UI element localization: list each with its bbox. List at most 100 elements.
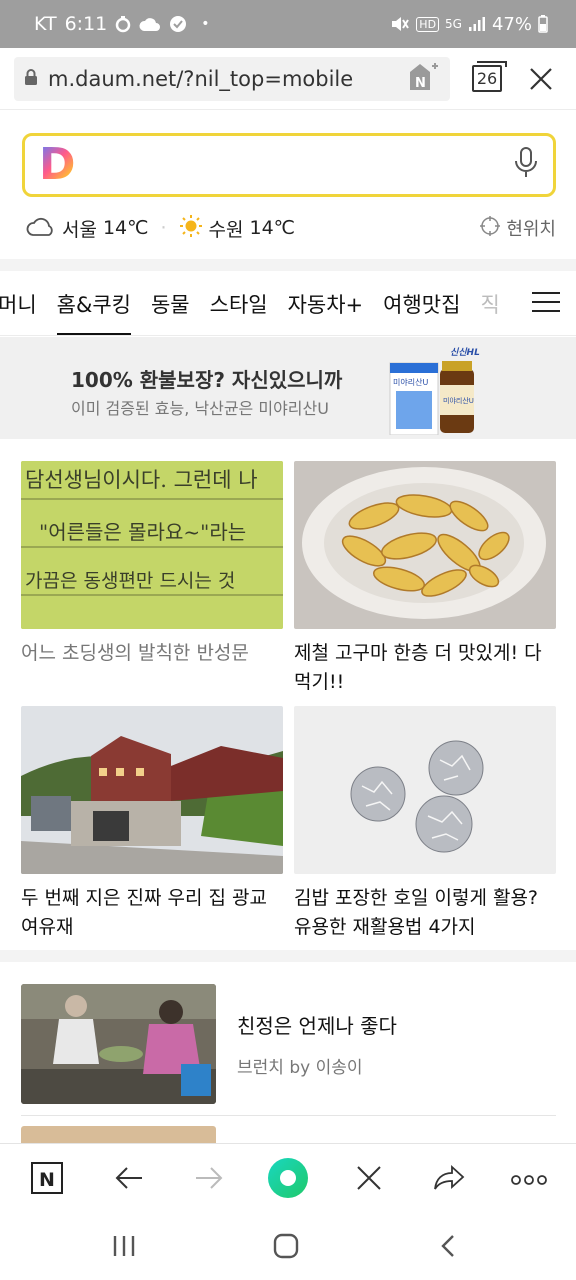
list-source: 브런치 by 이송이 [237,1058,363,1078]
tab-money[interactable]: 머니 [0,272,47,335]
tab-label: 스타일 [209,292,268,317]
recent-apps-button[interactable] [104,1231,144,1265]
ad-product-image: 신신HL 미야리산U 미야리산U [388,343,488,436]
system-nav-bar [0,1217,576,1280]
tab-label: 직 [480,292,500,317]
svg-text:담선생님이시다. 그런데 나: 담선생님이시다. 그런데 나 [25,468,258,492]
status-bar: KT 6:11 • HD 5G 47% [0,0,576,48]
tab-count-button[interactable]: 26 [472,61,507,92]
current-location-button[interactable]: 현위치 [480,215,556,241]
system-back-button[interactable] [428,1231,468,1265]
category-tabs: 머니 홈&쿠킹 동물 스타일 자동차+ 여행맛집 직 [0,272,576,336]
address-bar[interactable]: m.daum.net/?nil_top=mobile N [14,56,450,101]
share-button[interactable] [426,1157,472,1203]
notification-app-icon [115,15,131,33]
list-item[interactable]: 친정은 언제나 좋다 브런치 by 이송이 [21,984,556,1104]
article-card[interactable]: 담선생님이시다. 그런데 나 "어른들은 몰라요~"라는 가끔은 동생편만 드시… [21,461,283,668]
ad-title: 100% 환불보장? 자신있으니까 [71,368,343,392]
close-icon [355,1164,383,1196]
home-button[interactable] [266,1231,306,1265]
check-notification-icon [169,15,187,33]
green-dot-icon [266,1156,310,1204]
article-thumbnail [294,461,556,629]
naver-n-icon: N [31,1162,63,1198]
cloud-notification-icon [139,16,161,32]
weather-bar: 서울 14℃ · 수원 14℃ 현위치 [26,212,556,244]
naver-home-button[interactable]: N [24,1157,70,1203]
svg-text:가끔은 동생편만 드시는 것: 가끔은 동생편만 드시는 것 [25,570,235,592]
list-text: 친정은 언제나 좋다 브런치 by 이송이 [237,1010,397,1078]
tab-style[interactable]: 스타일 [200,272,278,335]
hamburger-icon [532,291,560,317]
article-card[interactable]: 두 번째 지은 진짜 우리 집 광교 여유재 [21,706,283,942]
tab-label: 동물 [150,292,190,317]
tab-car[interactable]: 자동차+ [278,272,374,335]
divider-dot: · [160,217,167,239]
weather-city: 서울 [62,218,97,241]
lock-icon [24,68,38,90]
location-target-icon [480,215,501,241]
ad-banner[interactable]: 100% 환불보장? 자신있으니까 이미 검증된 효능, 낙산균은 미야리산U … [0,337,576,439]
divider [21,1115,556,1116]
arrow-left-icon [115,1166,143,1194]
tab-label: 자동차+ [287,292,364,317]
article-thumbnail: 담선생님이시다. 그런데 나 "어른들은 몰라요~"라는 가끔은 동생편만 드시… [21,461,283,629]
svg-text:신신HL: 신신HL [450,347,480,358]
menu-button[interactable] [516,272,576,335]
weather-item-seoul[interactable]: 서울 14℃ [26,215,148,242]
cloud-icon [26,215,56,242]
svg-text:미야리산U: 미야리산U [393,377,428,387]
tab-travel[interactable]: 여행맛집 [373,272,470,335]
battery-percent: 47% [491,13,532,35]
weather-city: 수원 [208,218,244,241]
section-divider [0,259,576,271]
article-title: 어느 초딩생의 발칙한 반성문 [21,642,249,664]
section-divider [0,950,576,962]
weather-temp: 14℃ [102,217,149,239]
clock: 6:11 [64,13,108,35]
search-input[interactable]: D [22,133,556,197]
microphone-icon[interactable] [513,146,539,184]
more-dots-icon [511,1171,547,1190]
naver-add-icon[interactable]: N [406,62,440,96]
weather-temp: 14℃ [249,217,296,239]
signal-icon [468,16,486,32]
network-type: 5G [445,17,462,31]
sun-icon [179,214,203,243]
tab-count: 26 [476,69,498,88]
hd-badge: HD [416,16,440,32]
svg-text:미야리산U: 미야리산U [443,396,474,405]
arrow-right-icon [195,1166,223,1194]
svg-text:N: N [415,76,426,91]
list-thumbnail-partial [21,1126,216,1144]
tab-next[interactable]: 직 [470,272,509,335]
svg-text:"어른들은 몰라요~"라는: "어른들은 몰라요~"라는 [39,520,246,544]
article-card[interactable]: 제철 고구마 한층 더 맛있게! 다 먹기!! [294,461,556,697]
more-notifications-dot: • [201,16,210,32]
list-title: 친정은 언제나 좋다 [237,1014,397,1038]
article-title: 김밥 포장한 호일 이렇게 활용? 유용한 재활용법 4가지 [294,887,539,938]
daum-logo: D [39,139,76,190]
article-title: 두 번째 지은 진짜 우리 집 광교 여유재 [21,887,267,938]
tab-label: 홈&쿠킹 [56,292,131,317]
tab-label: 머니 [0,292,37,317]
home-icon [273,1233,299,1263]
weather-item-suwon[interactable]: 수원 14℃ [179,214,295,243]
list-thumbnail [21,984,216,1104]
tab-label: 여행맛집 [383,292,461,317]
article-card[interactable]: 김밥 포장한 호일 이렇게 활용? 유용한 재활용법 4가지 [294,706,556,942]
close-tab-button[interactable] [346,1157,392,1203]
url-text: m.daum.net/?nil_top=mobile [48,66,354,91]
share-arrow-icon [433,1164,465,1195]
back-button[interactable] [106,1157,152,1203]
battery-icon [538,15,548,33]
tab-home-cooking[interactable]: 홈&쿠킹 [47,272,141,335]
more-button[interactable] [506,1157,552,1203]
chevron-left-icon [440,1234,456,1262]
close-icon[interactable] [526,64,556,94]
green-dot-button[interactable] [265,1157,311,1203]
tab-animal[interactable]: 동물 [141,272,200,335]
forward-button[interactable] [186,1157,232,1203]
location-label: 현위치 [506,219,556,240]
recent-apps-icon [112,1235,136,1261]
